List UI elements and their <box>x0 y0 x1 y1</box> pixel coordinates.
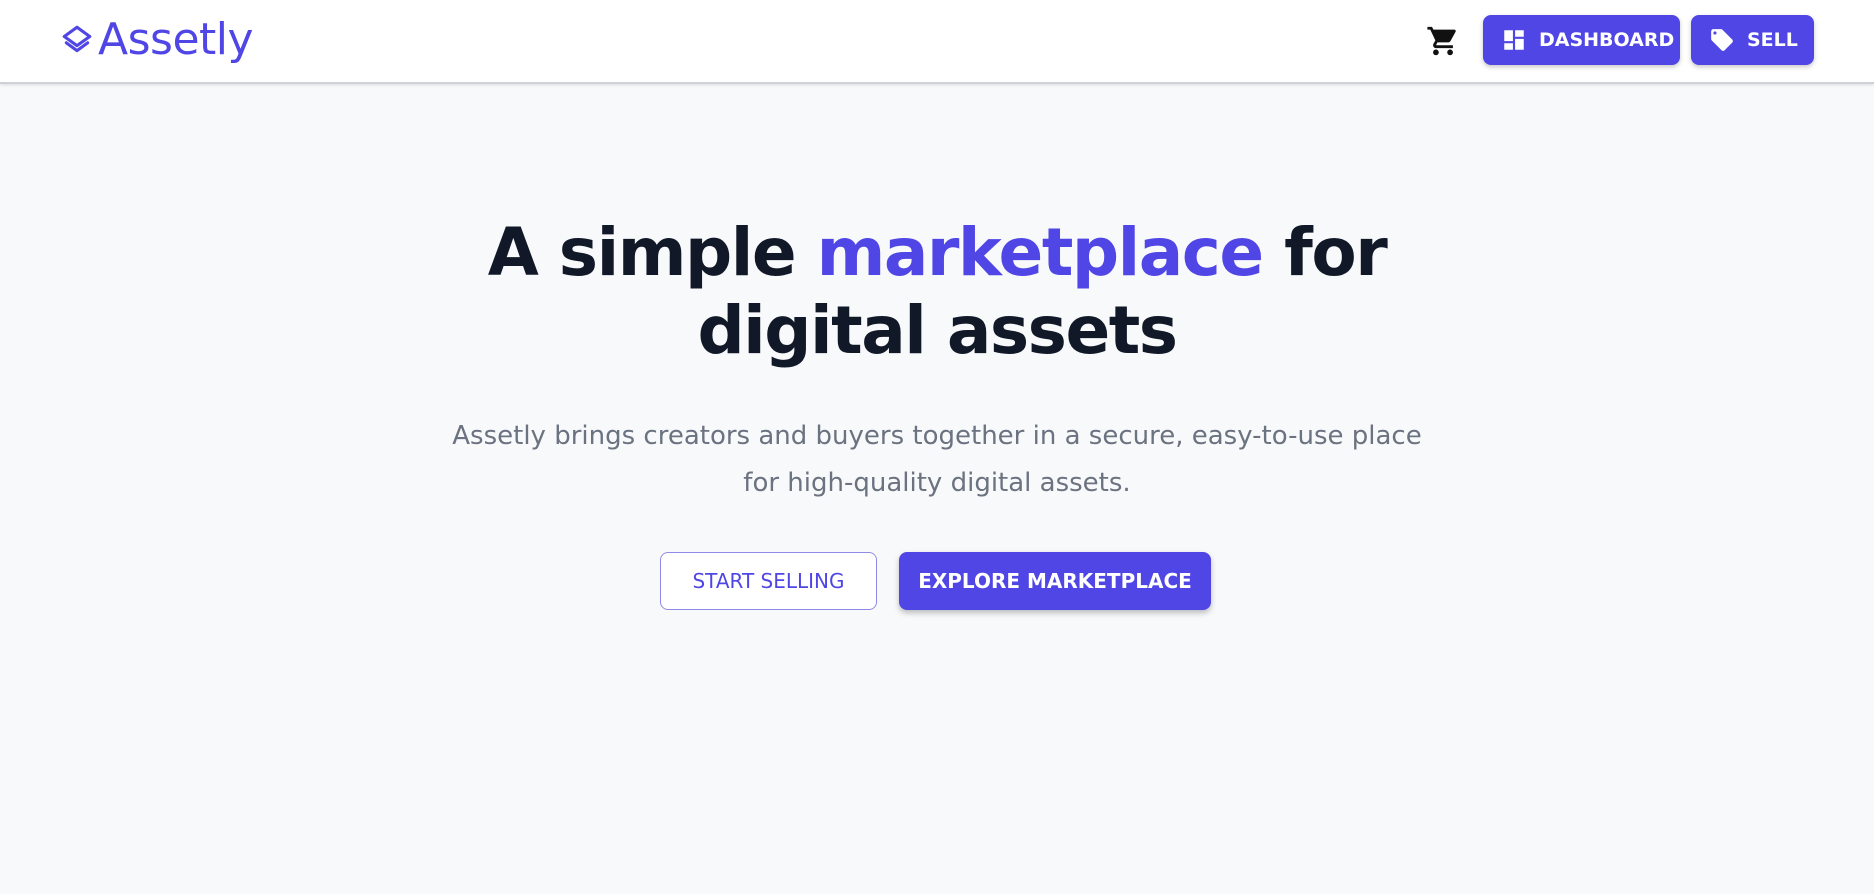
hero-title-accent: marketplace <box>816 214 1265 291</box>
top-app-bar: Assetly DASHBOARD SELL <box>0 0 1874 84</box>
brand-logo[interactable]: Assetly <box>60 14 254 66</box>
dashboard-button-label: DASHBOARD <box>1539 29 1675 51</box>
hero-title: A simple marketplace for digital assets <box>0 214 1874 370</box>
dashboard-icon <box>1504 30 1524 50</box>
brand-name: Assetly <box>98 14 254 65</box>
tag-icon <box>1711 29 1733 51</box>
hero-title-line2: digital assets <box>697 292 1178 369</box>
dashboard-button[interactable]: DASHBOARD <box>1483 15 1680 65</box>
hero-subtitle-line1: Assetly brings creators and buyers toget… <box>452 421 1422 451</box>
explore-marketplace-button[interactable]: EXPLORE MARKETPLACE <box>899 552 1211 610</box>
hero-title-part1: A simple <box>487 214 817 291</box>
cart-icon <box>1427 26 1456 56</box>
hero-title-part2: for <box>1262 214 1388 291</box>
cart-button[interactable] <box>1426 24 1460 58</box>
hero-subtitle: Assetly brings creators and buyers toget… <box>437 413 1437 507</box>
hero-subtitle-line2: for high-quality digital assets. <box>743 468 1131 498</box>
layers-icon <box>62 25 92 53</box>
sell-button[interactable]: SELL <box>1691 15 1814 65</box>
start-selling-button[interactable]: START SELLING <box>660 552 877 610</box>
sell-button-label: SELL <box>1747 29 1798 51</box>
